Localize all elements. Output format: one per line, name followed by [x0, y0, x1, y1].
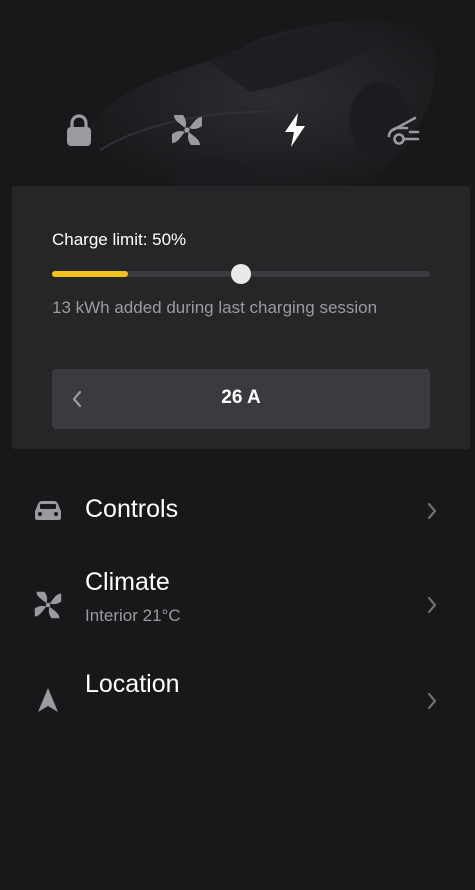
fan-icon — [32, 589, 64, 621]
location-label: Location — [85, 670, 180, 698]
controls-label: Controls — [85, 495, 179, 523]
vehicle-hero — [0, 0, 475, 190]
charging-amps-control: 26 A — [52, 369, 430, 429]
menu-item-location[interactable]: Location — [0, 662, 475, 738]
vehicle-image — [78, 19, 436, 190]
charge-limit-slider[interactable] — [52, 264, 430, 284]
menu-item-controls[interactable]: Controls — [0, 478, 475, 544]
lock-icon[interactable] — [57, 108, 101, 152]
slider-thumb[interactable] — [231, 264, 251, 284]
charging-bolt-icon[interactable] — [273, 108, 317, 152]
charging-amps-value: 26 A — [221, 387, 261, 408]
chevron-right-icon — [424, 690, 440, 712]
climate-interior-temp: Interior 21°C — [85, 606, 181, 625]
battery-level-fill — [52, 271, 128, 277]
climate-label: Climate — [85, 568, 170, 596]
menu-item-climate[interactable]: Climate Interior 21°C — [0, 560, 475, 650]
fan-icon[interactable] — [165, 108, 209, 152]
chevron-right-icon — [424, 594, 440, 616]
frunk-icon[interactable] — [381, 108, 425, 152]
car-icon — [32, 495, 64, 527]
last-session-note: 13 kWh added during last charging sessio… — [52, 298, 378, 317]
charge-limit-label: Charge limit: 50% — [52, 230, 187, 249]
location-arrow-icon — [32, 684, 64, 716]
charging-card: Charge limit: 50% 13 kWh added during la… — [12, 186, 470, 449]
chevron-right-icon — [424, 500, 440, 522]
